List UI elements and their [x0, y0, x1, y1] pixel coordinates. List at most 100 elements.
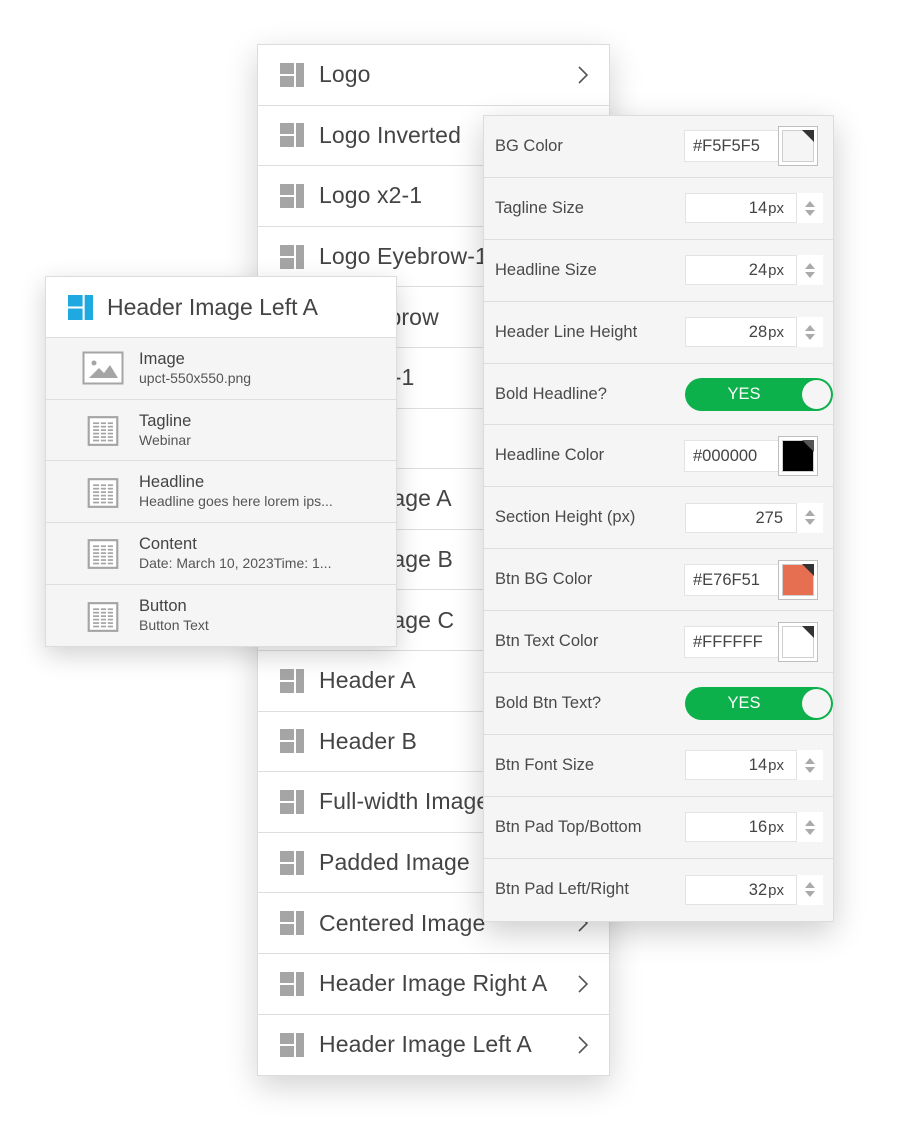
decrement-icon[interactable] — [805, 828, 815, 835]
layout-list-item[interactable]: Header Image Left A — [258, 1014, 609, 1076]
layout-block-icon — [280, 62, 304, 87]
layout-item-label: Header Image Left A — [319, 1031, 532, 1058]
toggle-state: YES — [727, 384, 761, 403]
stepper[interactable] — [797, 812, 823, 843]
item-icon-wrap — [82, 599, 124, 633]
btn-bg-color-input[interactable]: #E76F51 — [684, 563, 778, 596]
toggle-knob[interactable] — [802, 379, 831, 409]
bold-btn-text-toggle[interactable]: YES — [685, 686, 833, 720]
btn-pad-lr-field[interactable]: 32px — [685, 874, 823, 905]
stepper[interactable] — [797, 255, 823, 286]
btn-text-color-input[interactable]: #FFFFFF — [684, 625, 778, 658]
setting-header-line-height: Header Line Height 28px — [484, 302, 833, 364]
item-title: Content — [139, 534, 197, 553]
bg-color-input[interactable]: #F5F5F5 — [684, 130, 778, 163]
headline-size-field[interactable]: 24px — [685, 255, 823, 286]
tagline-size-input[interactable]: 14px — [685, 193, 797, 224]
value: 275 — [755, 508, 783, 527]
increment-icon[interactable] — [805, 882, 815, 889]
chevron-right-icon[interactable] — [577, 65, 589, 85]
headline-size-input[interactable]: 24px — [685, 255, 797, 286]
header-line-height-field[interactable]: 28px — [685, 317, 823, 348]
btn-text-color-field[interactable]: #FFFFFF — [684, 621, 818, 662]
chevron-right-icon[interactable] — [577, 974, 589, 994]
setting-headline-size: Headline Size 24px — [484, 240, 833, 302]
section-height-field[interactable]: 275 — [685, 502, 823, 533]
increment-icon[interactable] — [805, 757, 815, 764]
setting-headline-color: Headline Color #000000 — [484, 425, 833, 488]
btn-pad-lr-input[interactable]: 32px — [685, 874, 797, 905]
item-text: Button Button Text — [139, 596, 209, 635]
block-field-item[interactable]: Tagline Webinar — [46, 400, 396, 462]
item-title: Tagline — [139, 411, 192, 430]
btn-pad-tb-input[interactable]: 16px — [685, 812, 797, 843]
unit: px — [768, 262, 784, 280]
btn-bg-color-swatch[interactable] — [778, 559, 818, 600]
decrement-icon[interactable] — [805, 333, 815, 340]
layout-list-item[interactable]: Header Image Right A — [258, 953, 609, 1015]
setting-btn-bg-color: Btn BG Color #E76F51 — [484, 549, 833, 612]
decrement-icon[interactable] — [805, 766, 815, 773]
decrement-icon[interactable] — [805, 209, 815, 216]
setting-btn-text-color: Btn Text Color #FFFFFF — [484, 611, 833, 674]
text-block-icon — [87, 416, 119, 446]
layout-item-label: Logo x2-1 — [319, 182, 423, 209]
decrement-icon[interactable] — [805, 271, 815, 278]
tagline-size-field[interactable]: 14px — [685, 193, 823, 224]
bg-color-swatch[interactable] — [778, 126, 818, 167]
bold-headline-toggle[interactable]: YES — [685, 377, 833, 411]
layout-block-icon — [280, 911, 304, 936]
stepper[interactable] — [797, 502, 823, 533]
stepper[interactable] — [797, 193, 823, 224]
value: 32 — [748, 880, 768, 899]
item-icon-wrap — [82, 536, 124, 570]
chevron-right-icon[interactable] — [577, 1035, 589, 1055]
stepper[interactable] — [797, 874, 823, 905]
increment-icon[interactable] — [805, 324, 815, 331]
btn-pad-tb-field[interactable]: 16px — [685, 812, 823, 843]
block-field-item[interactable]: Headline Headline goes here lorem ips... — [46, 461, 396, 524]
item-text: Image upct-550x550.png — [139, 349, 251, 388]
toggle-knob[interactable] — [802, 688, 831, 718]
btn-font-size-input[interactable]: 14px — [685, 750, 797, 781]
layout-list-item[interactable]: Logo — [258, 45, 609, 106]
setting-btn-font-size: Btn Font Size 14px — [484, 735, 833, 797]
layout-item-label: Logo Eyebrow-1 — [319, 243, 488, 270]
btn-font-size-field[interactable]: 14px — [685, 750, 823, 781]
increment-icon[interactable] — [805, 510, 815, 517]
item-subtitle: upct-550x550.png — [139, 369, 252, 386]
btn-bg-color-field[interactable]: #E76F51 — [684, 559, 818, 600]
stepper[interactable] — [797, 317, 823, 348]
headline-color-input[interactable]: #000000 — [684, 439, 778, 472]
headline-color-field[interactable]: #000000 — [684, 435, 818, 476]
increment-icon[interactable] — [805, 200, 815, 207]
block-field-item[interactable]: Content Date: March 10, 2023Time: 1... — [46, 523, 396, 585]
increment-icon[interactable] — [805, 262, 815, 269]
toggle-state: YES — [727, 693, 761, 712]
section-height-input[interactable]: 275 — [685, 502, 797, 533]
layout-item-label: Padded Image — [319, 849, 470, 876]
block-field-item[interactable]: Image upct-550x550.png — [46, 338, 396, 400]
layout-item-label: Logo Inverted — [319, 121, 461, 148]
bg-color-field[interactable]: #F5F5F5 — [684, 126, 818, 167]
btn-text-color-swatch[interactable] — [778, 621, 818, 662]
setting-section-height: Section Height (px) 275 — [484, 487, 833, 550]
setting-btn-pad-left-right: Btn Pad Left/Right 32px — [484, 859, 833, 921]
decrement-icon[interactable] — [805, 891, 815, 898]
layout-block-icon — [280, 123, 304, 148]
card-title: Header Image Left A — [107, 293, 318, 320]
item-title: Button — [139, 597, 187, 616]
header-line-height-input[interactable]: 28px — [685, 317, 797, 348]
layout-item-label: Centered Image — [319, 909, 486, 936]
headline-color-swatch[interactable] — [778, 435, 818, 476]
block-field-item[interactable]: Button Button Text — [46, 585, 396, 647]
item-subtitle: Date: March 10, 2023Time: 1... — [139, 554, 332, 571]
layout-block-icon — [280, 183, 304, 208]
image-icon — [82, 351, 124, 385]
unit: px — [768, 819, 784, 837]
decrement-icon[interactable] — [805, 519, 815, 526]
stepper[interactable] — [797, 750, 823, 781]
item-subtitle: Webinar — [139, 431, 191, 448]
increment-icon[interactable] — [805, 819, 815, 826]
swatch-corner-icon — [802, 439, 814, 452]
